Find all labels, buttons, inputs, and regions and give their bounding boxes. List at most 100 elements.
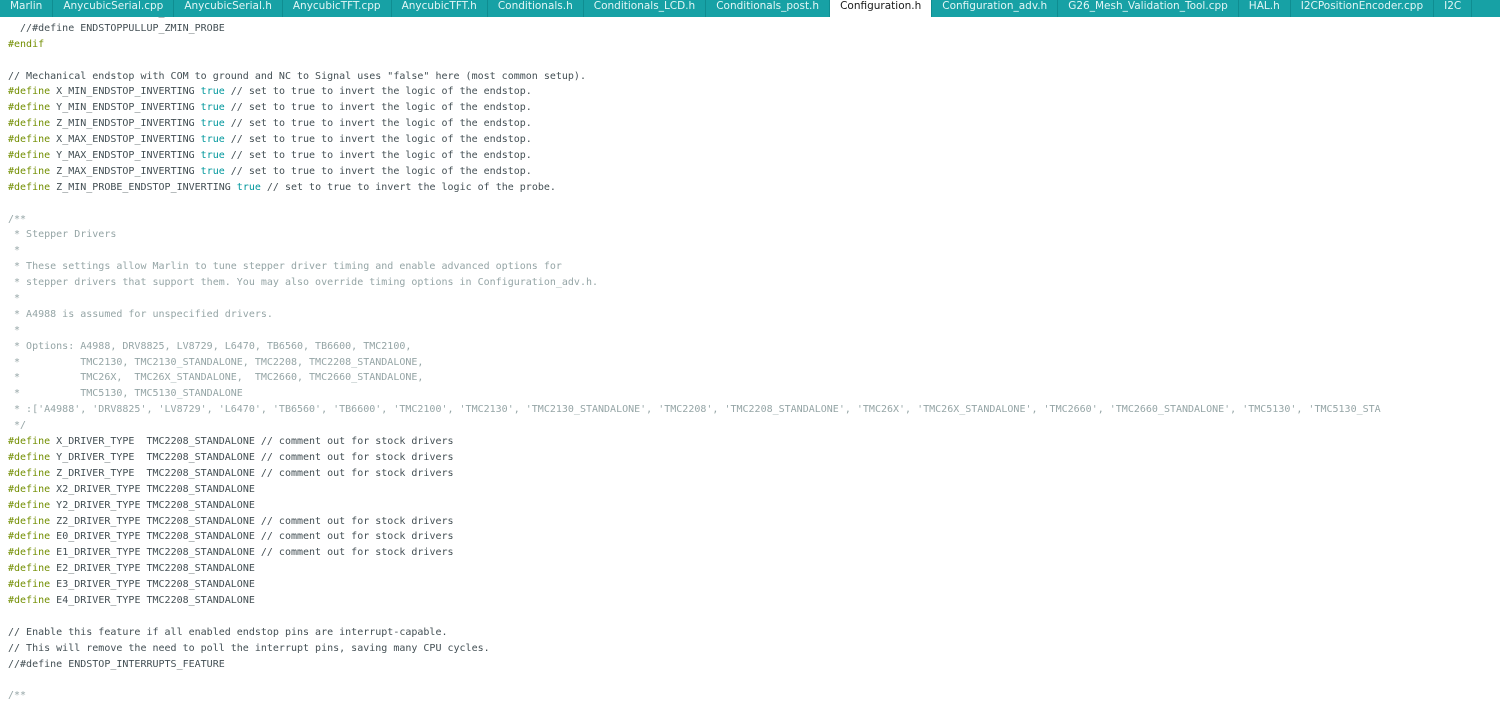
preprocessor-keyword: #endif: [8, 38, 45, 50]
preprocessor-keyword: #define: [8, 483, 51, 495]
boolean-literal: true: [200, 102, 225, 114]
code-text: // set to true to invert the logic of th…: [224, 118, 532, 130]
preprocessor-keyword: #define: [8, 102, 51, 114]
code-text: X2_DRIVER_TYPE TMC2208_STANDALONE: [50, 483, 255, 495]
file-tab[interactable]: Marlin: [0, 0, 54, 17]
code-line: *: [8, 323, 1381, 339]
code-text: // Mechanical endstop with COM to ground…: [8, 70, 586, 82]
comment-text: * TMC5130, TMC5130_STANDALONE: [8, 388, 243, 400]
file-tab[interactable]: AnycubicSerial.h: [174, 0, 283, 17]
code-text: Z_MIN_PROBE_ENDSTOP_INVERTING: [50, 181, 237, 193]
preprocessor-keyword: #define: [8, 547, 51, 559]
preprocessor-keyword: #define: [8, 594, 51, 606]
code-text: E3_DRIVER_TYPE TMC2208_STANDALONE: [50, 579, 255, 591]
code-text: // This will remove the need to poll the…: [8, 642, 490, 654]
code-line: * Options: A4988, DRV8825, LV8729, L6470…: [8, 339, 1381, 355]
code-text: //#define ENDSTOP_INTERRUPTS_FEATURE: [8, 658, 225, 670]
code-text: // set to true to invert the logic of th…: [224, 134, 532, 146]
boolean-literal: true: [200, 86, 225, 98]
code-text: Z_MAX_ENDSTOP_INVERTING: [50, 165, 201, 177]
code-line: * stepper drivers that support them. You…: [8, 275, 1381, 291]
code-line: #define Z_MIN_ENDSTOP_INVERTING true // …: [8, 116, 1381, 132]
boolean-literal: true: [200, 165, 225, 177]
code-text: E4_DRIVER_TYPE TMC2208_STANDALONE: [50, 594, 255, 606]
code-line: #define Y_DRIVER_TYPE TMC2208_STANDALONE…: [8, 450, 1381, 466]
boolean-literal: true: [200, 118, 225, 130]
preprocessor-keyword: #define: [8, 451, 51, 463]
file-tab[interactable]: AnycubicTFT.cpp: [283, 0, 392, 17]
comment-text: *: [8, 293, 21, 305]
comment-text: * TMC26X, TMC26X_STANDALONE, TMC2660, TM…: [8, 372, 424, 384]
boolean-literal: true: [200, 150, 225, 162]
preprocessor-keyword: #define: [8, 515, 51, 527]
code-line: //#define ENDSTOP_INTERRUPTS_FEATURE: [8, 657, 1381, 673]
preprocessor-keyword: #define: [8, 563, 51, 575]
code-text: // set to true to invert the logic of th…: [224, 165, 532, 177]
code-line: #define Z_MIN_PROBE_ENDSTOP_INVERTING tr…: [8, 180, 1381, 196]
code-line: #define E2_DRIVER_TYPE TMC2208_STANDALON…: [8, 561, 1381, 577]
file-tab[interactable]: AnycubicSerial.cpp: [53, 0, 175, 17]
file-tab[interactable]: Conditionals_LCD.h: [584, 0, 707, 17]
code-text: Y_MAX_ENDSTOP_INVERTING: [50, 150, 201, 162]
code-text: Y_DRIVER_TYPE TMC2208_STANDALONE // comm…: [50, 451, 454, 463]
code-line: #define E1_DRIVER_TYPE TMC2208_STANDALON…: [8, 545, 1381, 561]
preprocessor-keyword: #define: [8, 118, 51, 130]
file-tab[interactable]: Conditionals_post.h: [706, 0, 831, 17]
code-text: Z_MIN_ENDSTOP_INVERTING: [50, 118, 201, 130]
preprocessor-keyword: #define: [8, 531, 51, 543]
code-line: /**: [8, 212, 1381, 228]
code-line: /**: [8, 688, 1381, 704]
code-line: #define X_MAX_ENDSTOP_INVERTING true // …: [8, 132, 1381, 148]
code-line: * These settings allow Marlin to tune st…: [8, 259, 1381, 275]
code-line: #define X2_DRIVER_TYPE TMC2208_STANDALON…: [8, 482, 1381, 498]
code-text: X_MIN_ENDSTOP_INVERTING: [50, 86, 201, 98]
file-tab[interactable]: I2CPositionEncoder.cpp: [1291, 0, 1435, 17]
comment-text: /**: [8, 690, 27, 702]
code-line: #define X_DRIVER_TYPE TMC2208_STANDALONE…: [8, 434, 1381, 450]
comment-text: * These settings allow Marlin to tune st…: [8, 261, 562, 273]
code-editor[interactable]: //#define ENDSTOPPULLUP_ZMIN //#define E…: [0, 17, 1500, 705]
preprocessor-keyword: #define: [8, 181, 51, 193]
preprocessor-keyword: #define: [8, 436, 51, 448]
code-line: * TMC2130, TMC2130_STANDALONE, TMC2208, …: [8, 355, 1381, 371]
code-line: * TMC5130, TMC5130_STANDALONE: [8, 386, 1381, 402]
code-text: // set to true to invert the logic of th…: [224, 102, 532, 114]
code-line: #define E3_DRIVER_TYPE TMC2208_STANDALON…: [8, 577, 1381, 593]
file-tab[interactable]: Conditionals.h: [488, 0, 584, 17]
file-tab[interactable]: Configuration.h: [830, 0, 933, 17]
preprocessor-keyword: #define: [8, 467, 51, 479]
preprocessor-keyword: #define: [8, 499, 51, 511]
preprocessor-keyword: #define: [8, 150, 51, 162]
code-text: // Enable this feature if all enabled en…: [8, 626, 448, 638]
file-tab[interactable]: HAL.h: [1239, 0, 1291, 17]
comment-text: * TMC2130, TMC2130_STANDALONE, TMC2208, …: [8, 356, 424, 368]
comment-text: * Options: A4988, DRV8825, LV8729, L6470…: [8, 340, 412, 352]
code-line: #define Y2_DRIVER_TYPE TMC2208_STANDALON…: [8, 498, 1381, 514]
code-lines: //#define ENDSTOPPULLUP_ZMIN //#define E…: [8, 17, 1381, 704]
code-line: // Enable this feature if all enabled en…: [8, 625, 1381, 641]
code-line: * :['A4988', 'DRV8825', 'LV8729', 'L6470…: [8, 402, 1381, 418]
code-line: #define X_MIN_ENDSTOP_INVERTING true // …: [8, 84, 1381, 100]
file-tab[interactable]: I2C: [1434, 0, 1473, 17]
code-line: // This will remove the need to poll the…: [8, 641, 1381, 657]
code-text: Y2_DRIVER_TYPE TMC2208_STANDALONE: [50, 499, 255, 511]
comment-text: * stepper drivers that support them. You…: [8, 277, 599, 289]
file-tab[interactable]: G26_Mesh_Validation_Tool.cpp: [1058, 0, 1239, 17]
code-text: // set to true to invert the logic of th…: [224, 86, 532, 98]
code-text: //#define ENDSTOPPULLUP_ZMIN_PROBE: [8, 22, 225, 34]
code-line: #define Z2_DRIVER_TYPE TMC2208_STANDALON…: [8, 514, 1381, 530]
code-line: #endif: [8, 37, 1381, 53]
code-text: Z_DRIVER_TYPE TMC2208_STANDALONE // comm…: [50, 467, 454, 479]
code-text: E2_DRIVER_TYPE TMC2208_STANDALONE: [50, 563, 255, 575]
comment-text: * :['A4988', 'DRV8825', 'LV8729', 'L6470…: [8, 404, 1381, 416]
code-text: E1_DRIVER_TYPE TMC2208_STANDALONE // com…: [50, 547, 454, 559]
code-line: * Stepper Drivers: [8, 227, 1381, 243]
code-text: // set to true to invert the logic of th…: [224, 150, 532, 162]
file-tab[interactable]: Configuration_adv.h: [932, 0, 1059, 17]
code-line: #define Z_DRIVER_TYPE TMC2208_STANDALONE…: [8, 466, 1381, 482]
file-tab[interactable]: AnycubicTFT.h: [392, 0, 488, 17]
